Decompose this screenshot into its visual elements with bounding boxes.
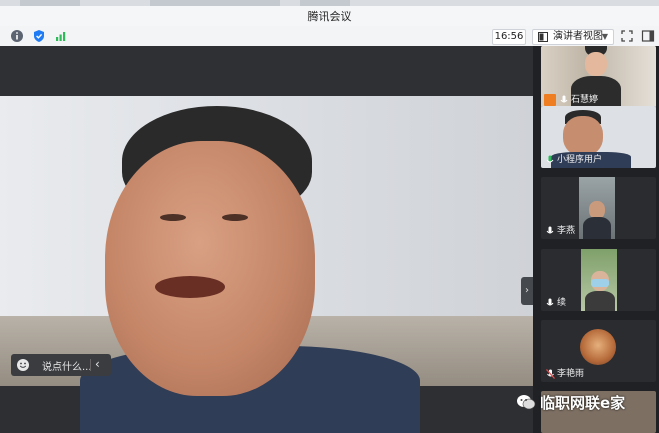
participant-name: 李燕 bbox=[557, 226, 576, 236]
window-titlebar: 腾讯会议 bbox=[0, 6, 659, 27]
mic-icon bbox=[546, 298, 554, 306]
participant-avatar bbox=[580, 329, 616, 365]
signal-icon[interactable] bbox=[54, 29, 68, 43]
chevron-left-icon[interactable]: ‹ bbox=[95, 357, 100, 371]
host-badge-icon bbox=[544, 94, 556, 106]
speaker-face bbox=[105, 141, 315, 396]
mic-off-icon bbox=[546, 369, 555, 379]
view-mode-label: 演讲者视图 bbox=[553, 31, 603, 42]
emoji-icon[interactable] bbox=[16, 358, 30, 372]
participant-tile[interactable]: 李燕 bbox=[541, 177, 656, 239]
participant-tile[interactable]: 李艳雨 bbox=[541, 320, 656, 382]
participant-tile[interactable]: 石慧婷 bbox=[541, 46, 656, 108]
participant-name: 小程序用户 bbox=[557, 155, 603, 165]
panel-icon[interactable] bbox=[641, 29, 655, 43]
participant-panel: 石慧婷 小程序用户 李燕 续 李艳雨 bbox=[533, 46, 659, 433]
participant-tile[interactable]: 续 bbox=[541, 249, 656, 311]
participant-name: 续 bbox=[557, 298, 567, 308]
participant-name: 李艳雨 bbox=[557, 369, 585, 379]
participant-face bbox=[585, 52, 607, 76]
fullscreen-icon[interactable] bbox=[620, 29, 634, 43]
mic-icon bbox=[560, 95, 568, 103]
shield-icon[interactable] bbox=[32, 29, 46, 43]
meeting-toolbar: 16:56 演讲者视图 ▼ bbox=[0, 26, 659, 47]
participant-body bbox=[583, 217, 611, 239]
mic-icon bbox=[546, 155, 554, 163]
chevron-down-icon: ▼ bbox=[601, 32, 608, 41]
watermark-text: 临职网联e家 bbox=[540, 394, 626, 412]
main-speaker-video[interactable]: 说点什么... ‹ › bbox=[0, 46, 533, 433]
participant-tile[interactable]: 小程序用户 bbox=[541, 106, 656, 168]
speaker-mouth bbox=[155, 276, 225, 298]
speaker-view-icon bbox=[538, 32, 548, 42]
participant-name: 石慧婷 bbox=[571, 95, 599, 105]
info-icon[interactable] bbox=[10, 29, 24, 43]
speaker-eye bbox=[222, 214, 248, 221]
participant-mask bbox=[591, 279, 609, 287]
meeting-clock: 16:56 bbox=[492, 29, 526, 45]
window-title: 腾讯会议 bbox=[307, 10, 352, 23]
view-mode-dropdown[interactable]: 演讲者视图 ▼ bbox=[532, 29, 614, 45]
speaker-eye bbox=[160, 214, 186, 221]
chat-input-bar[interactable]: 说点什么... ‹ bbox=[11, 354, 111, 376]
chevron-right-icon[interactable]: › bbox=[521, 277, 533, 305]
participant-body bbox=[585, 291, 615, 311]
mic-icon bbox=[546, 226, 554, 234]
wechat-icon bbox=[517, 395, 536, 410]
chat-placeholder[interactable]: 说点什么... bbox=[42, 358, 92, 373]
divider bbox=[90, 359, 91, 371]
participant-face bbox=[563, 116, 603, 156]
